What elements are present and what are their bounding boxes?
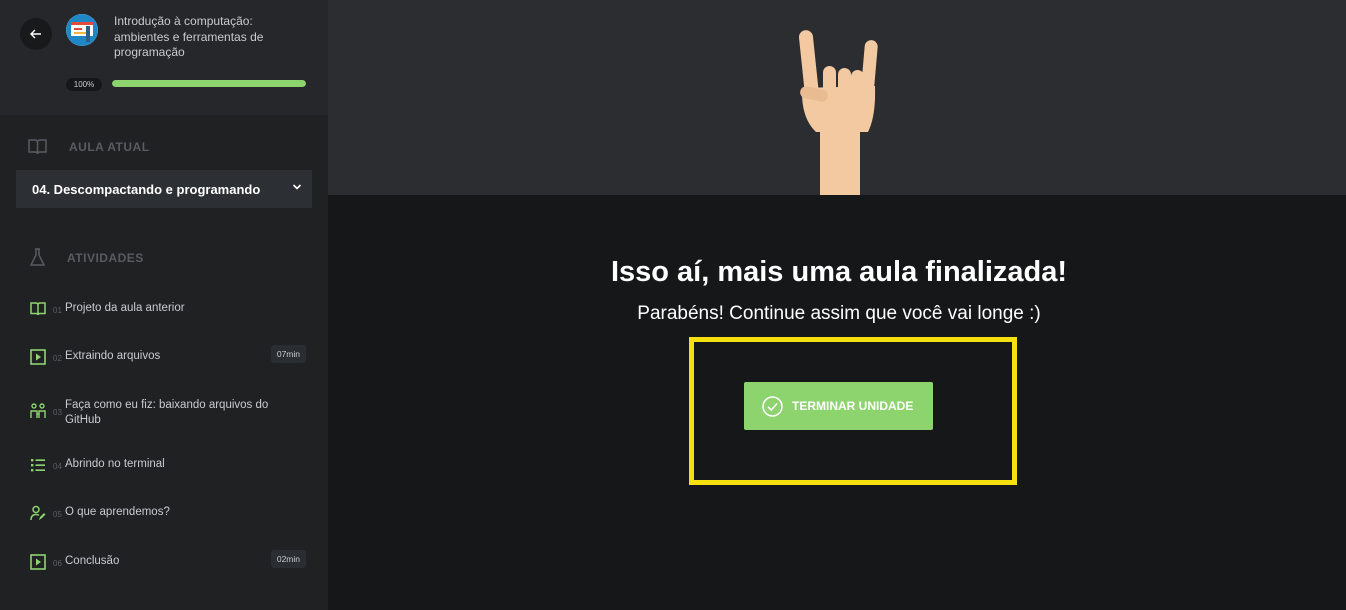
rock-hand-icon (798, 30, 878, 196)
activity-number: 04 (53, 462, 62, 471)
activity-label: Abrindo no terminal (65, 458, 165, 470)
completion-headline: Isso aí, mais uma aula finalizada! (610, 256, 1068, 288)
video-icon (30, 349, 46, 365)
activities-heading: ATIVIDADES (30, 248, 144, 267)
course-logo (66, 14, 98, 46)
user-edit-icon (30, 505, 46, 521)
people-icon (30, 403, 46, 418)
lesson-select-value: 04. Descompactando e programando (32, 181, 261, 197)
activity-item-01[interactable]: 01 Projeto da aula anterior (30, 301, 310, 317)
progress-bar (112, 80, 306, 87)
activity-duration: 02min (270, 550, 306, 568)
activity-number: 03 (53, 408, 62, 417)
activity-number: 01 (53, 306, 62, 315)
current-lesson-heading: AULA ATUAL (28, 138, 150, 155)
book-open-icon (28, 139, 47, 155)
list-icon (31, 459, 45, 472)
activity-item-03[interactable]: 03 Faça como eu fiz: baixando arquivos d… (30, 398, 310, 428)
current-lesson-heading-label: AULA ATUAL (69, 139, 150, 154)
activity-item-04[interactable]: 04 Abrindo no terminal (30, 457, 310, 473)
finish-unit-button[interactable]: TERMINAR UNIDADE (744, 382, 933, 430)
back-button[interactable] (20, 18, 52, 50)
celebration-banner (328, 0, 1346, 196)
activity-label: Faça como eu fiz: baixando arquivos do G… (65, 399, 269, 426)
activity-label: Conclusão (65, 555, 120, 567)
progress-percent: 100% (66, 78, 102, 91)
completion-subline: Parabéns! Continue assim que você vai lo… (637, 303, 1041, 324)
activity-item-02[interactable]: 02 Extraindo arquivos 07min (30, 345, 310, 365)
activity-item-06[interactable]: 06 Conclusão 02min (30, 550, 310, 570)
activity-label: Projeto da aula anterior (65, 302, 185, 314)
activity-label: Extraindo arquivos (65, 350, 161, 362)
activities-heading-label: ATIVIDADES (67, 250, 144, 265)
check-circle-icon (762, 395, 783, 417)
activity-number: 06 (53, 559, 62, 568)
finish-unit-button-label: TERMINAR UNIDADE (792, 399, 914, 413)
activity-number: 02 (53, 354, 62, 363)
video-icon (30, 554, 46, 570)
flask-icon (30, 248, 45, 266)
book-icon (30, 302, 46, 316)
course-title: Introdução à computação: ambientes e fer… (114, 14, 264, 59)
progress-bar-fill (112, 80, 306, 87)
arrow-left-icon (30, 29, 41, 39)
sidebar: Introdução à computação: ambientes e fer… (0, 0, 328, 610)
course-header: Introdução à computação: ambientes e fer… (0, 0, 328, 115)
activity-number: 05 (53, 510, 62, 519)
activity-item-05[interactable]: 05 O que aprendemos? (30, 505, 310, 521)
activity-duration: 07min (270, 345, 306, 363)
activity-label: O que aprendemos? (65, 506, 170, 518)
lesson-select[interactable]: 04. Descompactando e programando (16, 170, 312, 208)
chevron-down-icon (292, 184, 302, 190)
